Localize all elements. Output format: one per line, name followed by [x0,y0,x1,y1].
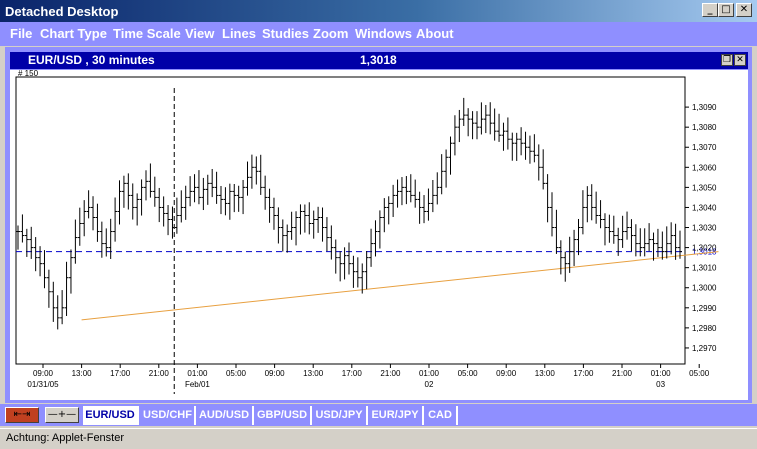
x-date-label: Feb/01 [185,380,210,389]
chart-symbol-label: EUR/USD , 30 minutes [28,53,155,67]
menu-about[interactable]: About [416,26,454,41]
chart-price-label: 1,3018 [360,53,397,67]
y-tick-label: 1,3040 [692,203,717,212]
x-tick-label: 01:00 [651,369,672,378]
x-tick-label: 21:00 [612,369,633,378]
x-tick-label: 05:00 [689,369,710,378]
y-tick-label: 1,3030 [692,224,717,233]
y-tick-label: 1,3050 [692,183,717,192]
x-tick-label: 21:00 [380,369,401,378]
crosshair-tool-button[interactable]: —+— [45,407,79,423]
panel-restore-button[interactable]: ❐ [721,54,733,66]
menu-time-scale[interactable]: Time Scale [113,26,181,41]
tab-aud-usd[interactable]: AUD/USD [196,406,254,425]
x-tick-label: 17:00 [110,369,131,378]
chart-panel-header: EUR/USD , 30 minutes 1,3018 ❐ ✕ [10,52,748,69]
tab-eur-jpy[interactable]: EUR/JPY [368,406,424,425]
tab-eur-usd[interactable]: EUR/USD [83,406,139,425]
tab-cad[interactable]: CAD [424,406,458,425]
maximize-button[interactable]: □ [718,3,734,17]
tab-usd-chf[interactable]: USD/CHF [141,406,196,425]
x-tick-label: 01:00 [187,369,208,378]
price-chart[interactable]: # 1501,3018 1,29701,29801,29901,30001,30… [10,70,748,400]
menu-view[interactable]: View [185,26,214,41]
menu-chart-type[interactable]: Chart Type [40,26,107,41]
y-tick-label: 1,3080 [692,123,717,132]
menu-bar: File Chart Type Time Scale View Lines St… [0,22,757,46]
x-tick-label: 01:00 [419,369,440,378]
y-tick-label: 1,3000 [692,284,717,293]
y-tick-label: 1,3090 [692,103,717,112]
tab-usd-jpy[interactable]: USD/JPY [312,406,368,425]
status-bar: Achtung: Applet-Fenster [0,428,757,449]
menu-windows[interactable]: Windows [355,26,412,41]
x-tick-label: 13:00 [303,369,324,378]
x-tick-label: 13:00 [72,369,93,378]
x-tick-label: 05:00 [458,369,479,378]
y-tick-label: 1,2970 [692,344,717,353]
y-tick-label: 1,3070 [692,143,717,152]
x-date-label: 01/31/05 [27,380,59,389]
menu-zoom[interactable]: Zoom [313,26,348,41]
window-title: Detached Desktop [5,4,119,19]
x-tick-label: 09:00 [33,369,54,378]
plot-border [15,76,686,365]
cursor-tool-button[interactable]: ⇤⇥ [5,407,39,423]
x-tick-label: 09:00 [496,369,517,378]
x-date-label: 03 [656,380,665,389]
panel-close-button[interactable]: ✕ [734,54,746,66]
y-tick-label: 1,3010 [692,264,717,273]
y-tick-label: 1,3020 [692,244,717,253]
x-date-label: 02 [425,380,434,389]
tab-gbp-usd[interactable]: GBP/USD [254,406,312,425]
x-tick-label: 05:00 [226,369,247,378]
window-titlebar: Detached Desktop _ □ ✕ [0,0,757,22]
y-tick-label: 1,2980 [692,324,717,333]
status-text: Achtung: Applet-Fenster [6,432,125,444]
y-tick-label: 1,2990 [692,304,717,313]
x-tick-label: 17:00 [573,369,594,378]
close-button[interactable]: ✕ [736,3,752,17]
x-tick-label: 17:00 [342,369,363,378]
menu-file[interactable]: File [10,26,32,41]
bar-count-label: # 150 [18,70,39,78]
x-tick-label: 21:00 [149,369,170,378]
menu-studies[interactable]: Studies [262,26,309,41]
y-tick-label: 1,3060 [692,163,717,172]
symbol-tab-bar: ⇤⇥ —+— EUR/USD USD/CHF AUD/USD GBP/USD U… [0,404,757,426]
x-tick-label: 13:00 [535,369,556,378]
menu-lines[interactable]: Lines [222,26,256,41]
x-tick-label: 09:00 [265,369,286,378]
minimize-button[interactable]: _ [702,3,718,17]
